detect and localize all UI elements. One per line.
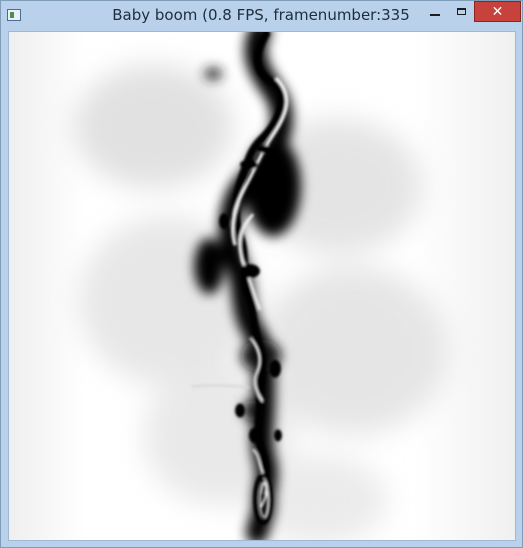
maximize-button[interactable] (448, 1, 474, 22)
minimize-icon (430, 14, 440, 16)
minimize-button[interactable] (422, 1, 448, 22)
window-title: Baby boom (0.8 FPS, framenumber:335 (112, 6, 410, 24)
close-icon: ✕ (491, 3, 504, 20)
maximize-icon (456, 8, 466, 15)
window-bottom-border (1, 541, 522, 547)
application-icon[interactable] (7, 9, 21, 21)
app-window: Baby boom (0.8 FPS, framenumber:335 ✕ (0, 0, 523, 548)
plume-visualization (9, 32, 515, 540)
simulation-canvas[interactable] (8, 31, 516, 541)
title-bar[interactable]: Baby boom (0.8 FPS, framenumber:335 ✕ (1, 1, 522, 31)
close-button[interactable]: ✕ (474, 1, 521, 22)
